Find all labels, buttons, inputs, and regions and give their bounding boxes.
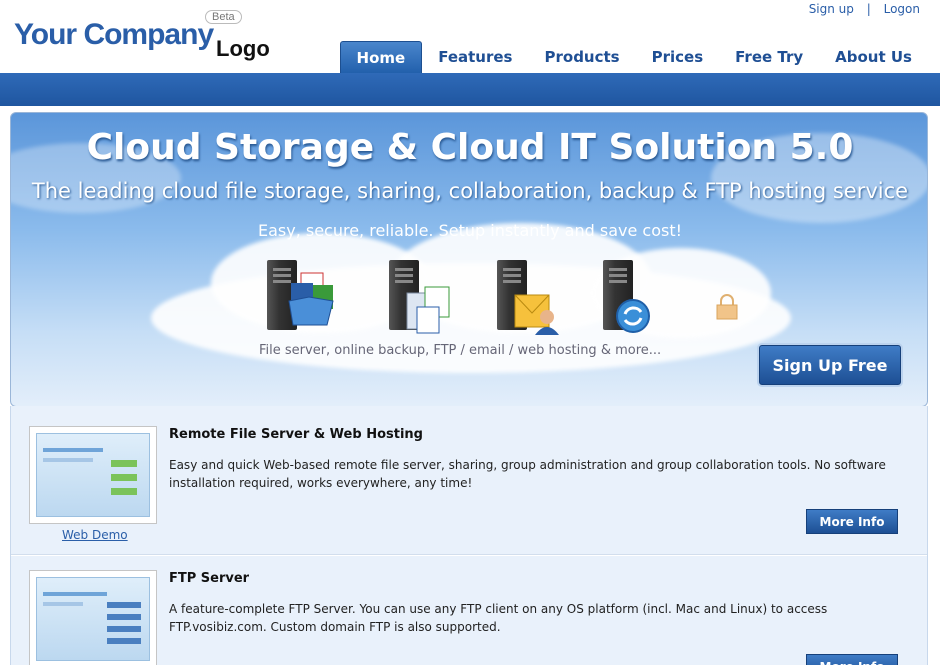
row-divider (11, 554, 927, 556)
nav-home[interactable]: Home (339, 41, 423, 73)
logon-link[interactable]: Logon (884, 2, 920, 16)
web-demo-link[interactable]: Web Demo (62, 528, 128, 542)
product-description: Easy and quick Web-based remote file ser… (169, 458, 886, 490)
screenshot-bar (43, 448, 103, 452)
screenshot-button (111, 488, 137, 495)
nav-products[interactable]: Products (529, 41, 636, 73)
nav-free-try[interactable]: Free Try (719, 41, 819, 73)
hero-caption: File server, online backup, FTP / email … (259, 343, 662, 358)
top-links: Sign up | Logon (809, 2, 920, 16)
office-documents-icon (287, 271, 337, 327)
more-info-button[interactable]: More Info (806, 509, 898, 534)
product-screenshot[interactable] (29, 426, 157, 524)
nav-about-us[interactable]: About Us (819, 41, 928, 73)
more-info-button[interactable]: More Info (806, 654, 898, 665)
logo-word: Logo (216, 36, 270, 61)
product-title: FTP Server (169, 571, 250, 586)
product-screenshot[interactable] (29, 570, 157, 665)
screenshot-button (111, 474, 137, 481)
logo-company-name: Your Company (14, 18, 214, 51)
screenshot-bar (107, 602, 141, 608)
file-documents-icon (403, 285, 453, 337)
screenshot-bar (43, 602, 83, 606)
logo-beta-badge: Beta (205, 10, 242, 24)
mail-user-icon (513, 291, 559, 335)
screenshot-bar (107, 614, 141, 620)
sign-up-free-button[interactable]: Sign Up Free (759, 345, 901, 385)
hero-banner: Cloud Storage & Cloud IT Solution 5.0 Th… (10, 112, 928, 407)
product-screenshot-image (36, 577, 150, 661)
screenshot-bar (43, 592, 107, 596)
nav-bar-strip (0, 73, 940, 106)
screenshot-bar (107, 638, 141, 644)
site-header: Your Company Beta Logo Sign up | Logon H… (0, 0, 940, 73)
company-logo[interactable]: Your Company Beta Logo (14, 10, 274, 64)
main-nav: Home Features Products Prices Free Try A… (339, 41, 928, 73)
product-screenshot-image (36, 433, 150, 517)
hero-subtitle: The leading cloud file storage, sharing,… (31, 179, 909, 203)
product-title: Remote File Server & Web Hosting (169, 427, 423, 442)
hero-title: Cloud Storage & Cloud IT Solution 5.0 (86, 127, 854, 168)
screenshot-bar (43, 458, 93, 462)
product-description: A feature-complete FTP Server. You can u… (169, 602, 828, 634)
signup-link[interactable]: Sign up (809, 2, 854, 16)
screenshot-button (111, 460, 137, 467)
lock-icon (715, 293, 739, 321)
products-section: Web Demo Remote File Server & Web Hostin… (10, 406, 928, 665)
screenshot-bar (107, 626, 141, 632)
hero-tagline: Easy, secure, reliable. Setup instantly … (257, 221, 683, 240)
nav-features[interactable]: Features (422, 41, 528, 73)
nav-prices[interactable]: Prices (636, 41, 720, 73)
sync-icon (613, 296, 653, 336)
top-links-separator: | (866, 2, 871, 16)
